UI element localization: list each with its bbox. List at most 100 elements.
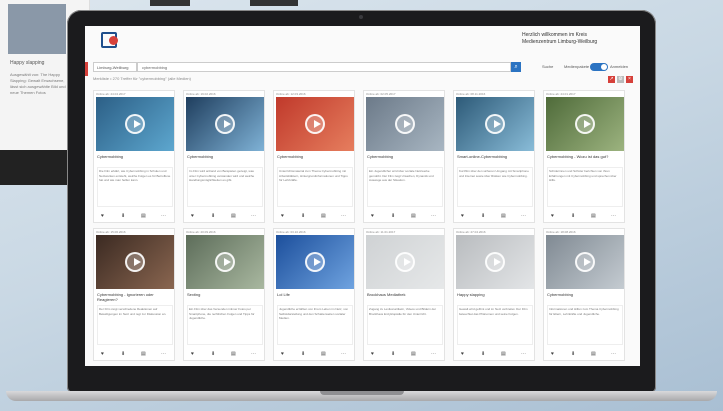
document-icon[interactable]: ▤ bbox=[501, 351, 506, 357]
favorite-icon[interactable]: ♥ bbox=[281, 351, 284, 357]
result-card[interactable]: Online ab: 12.03.2016 Cybermobbing Unterri… bbox=[273, 90, 355, 223]
search-input[interactable]: cybermobbing bbox=[137, 62, 511, 72]
favorite-icon[interactable]: ♥ bbox=[551, 351, 554, 357]
play-icon[interactable] bbox=[395, 114, 415, 134]
more-icon[interactable]: ⋯ bbox=[341, 351, 346, 357]
more-icon[interactable]: ⋯ bbox=[431, 213, 436, 219]
card-thumbnail[interactable] bbox=[96, 235, 174, 289]
card-thumbnail[interactable] bbox=[186, 235, 264, 289]
card-thumbnail[interactable] bbox=[546, 97, 624, 151]
more-icon[interactable]: ⋯ bbox=[521, 213, 526, 219]
card-title[interactable]: Happy slapping bbox=[457, 292, 533, 297]
card-title[interactable]: Cybermobbing bbox=[367, 154, 443, 159]
document-icon[interactable]: ▤ bbox=[411, 351, 416, 357]
download-icon[interactable]: ⬇ bbox=[571, 351, 575, 357]
download-icon[interactable]: ⬇ bbox=[391, 351, 395, 357]
document-icon[interactable]: ▤ bbox=[321, 351, 326, 357]
download-icon[interactable]: ⬇ bbox=[301, 351, 305, 357]
favorite-icon[interactable]: ♥ bbox=[281, 213, 284, 219]
search-link[interactable]: Suche bbox=[542, 64, 553, 69]
more-icon[interactable]: ⋯ bbox=[251, 213, 256, 219]
card-title[interactable]: Brockhaus Mediathek bbox=[367, 292, 443, 297]
download-icon[interactable]: ⬇ bbox=[391, 213, 395, 219]
result-card[interactable]: Online ab: 15.06.2016 Cybermobbing - Igno… bbox=[93, 228, 175, 361]
share-icon[interactable]: ↗ bbox=[608, 76, 615, 83]
card-thumbnail[interactable] bbox=[366, 235, 444, 289]
favorite-icon[interactable]: ♥ bbox=[101, 351, 104, 357]
result-card[interactable]: Online ab: 11.01.2017 Brockhaus Mediathek… bbox=[363, 228, 445, 361]
more-icon[interactable]: ⋯ bbox=[341, 213, 346, 219]
card-thumbnail[interactable] bbox=[456, 97, 534, 151]
document-icon[interactable]: ▤ bbox=[591, 213, 596, 219]
card-thumbnail[interactable] bbox=[276, 235, 354, 289]
play-icon[interactable] bbox=[485, 114, 505, 134]
download-icon[interactable]: ⬇ bbox=[121, 213, 125, 219]
download-icon[interactable]: ⬇ bbox=[571, 213, 575, 219]
result-card[interactable]: Online ab: 08.11.2016 Smart-online-Cyberm… bbox=[453, 90, 535, 223]
card-title[interactable]: Cybermobbing bbox=[277, 154, 353, 159]
card-title[interactable]: Cybermobbing - Ignorieren oder Reagieren… bbox=[97, 292, 173, 302]
document-icon[interactable]: ▤ bbox=[591, 351, 596, 357]
result-card[interactable]: Online ab: 18.08.2016 Cybermobbing Informa… bbox=[543, 228, 625, 361]
login-link[interactable]: Anmelden bbox=[610, 64, 628, 69]
download-icon[interactable]: ⬇ bbox=[121, 351, 125, 357]
download-icon[interactable]: ⬇ bbox=[481, 351, 485, 357]
favorite-icon[interactable]: ♥ bbox=[551, 213, 554, 219]
more-icon[interactable]: ⋯ bbox=[611, 213, 616, 219]
scope-select[interactable]: Limburg-Weilburg bbox=[93, 62, 137, 72]
result-card[interactable]: Online ab: 24.01.2017 Cybermobbing - Wozu… bbox=[543, 90, 625, 223]
more-icon[interactable]: ⋯ bbox=[521, 351, 526, 357]
card-title[interactable]: Lol Life bbox=[277, 292, 353, 297]
play-icon[interactable] bbox=[125, 114, 145, 134]
card-thumbnail[interactable] bbox=[546, 235, 624, 289]
play-icon[interactable] bbox=[215, 114, 235, 134]
favorite-icon[interactable]: ♥ bbox=[191, 351, 194, 357]
card-thumbnail[interactable] bbox=[366, 97, 444, 151]
more-icon[interactable]: ⋯ bbox=[611, 351, 616, 357]
more-icon[interactable]: ⋯ bbox=[251, 351, 256, 357]
settings-icon[interactable]: ⚙ bbox=[617, 76, 624, 83]
play-icon[interactable] bbox=[395, 252, 415, 272]
result-card[interactable]: Online ab: 03.10.2016 Lol Life Jugendliche… bbox=[273, 228, 355, 361]
play-icon[interactable] bbox=[575, 252, 595, 272]
mediapacks-toggle[interactable] bbox=[590, 63, 608, 71]
play-icon[interactable] bbox=[305, 252, 325, 272]
favorite-icon[interactable]: ♥ bbox=[461, 351, 464, 357]
document-icon[interactable]: ▤ bbox=[411, 213, 416, 219]
favorite-icon[interactable]: ♥ bbox=[191, 213, 194, 219]
result-card[interactable]: Online ab: 24.04.2017 Cybermobbing Die Fil… bbox=[93, 90, 175, 223]
play-icon[interactable] bbox=[215, 252, 235, 272]
document-icon[interactable]: ▤ bbox=[231, 213, 236, 219]
result-card[interactable]: Online ab: 27.04.2016 Happy slapping Gewal… bbox=[453, 228, 535, 361]
card-title[interactable]: Smart-online-Cybermobbing bbox=[457, 154, 533, 159]
card-title[interactable]: Cybermobbing bbox=[187, 154, 263, 159]
card-title[interactable]: Sexting bbox=[187, 292, 263, 297]
favorite-icon[interactable]: ♥ bbox=[101, 213, 104, 219]
card-thumbnail[interactable] bbox=[96, 97, 174, 151]
card-thumbnail[interactable] bbox=[456, 235, 534, 289]
card-thumbnail[interactable] bbox=[276, 97, 354, 151]
more-icon[interactable]: ⋯ bbox=[431, 351, 436, 357]
more-icon[interactable]: ⋯ bbox=[161, 213, 166, 219]
play-icon[interactable] bbox=[575, 114, 595, 134]
close-icon[interactable]: × bbox=[626, 76, 633, 83]
favorite-icon[interactable]: ♥ bbox=[371, 213, 374, 219]
play-icon[interactable] bbox=[125, 252, 145, 272]
result-card[interactable]: Online ab: 20.09.2016 Sexting Ein Film übe… bbox=[183, 228, 265, 361]
result-card[interactable]: Online ab: 19.02.2016 Cybermobbing Im Film… bbox=[183, 90, 265, 223]
download-icon[interactable]: ⬇ bbox=[211, 351, 215, 357]
favorite-icon[interactable]: ♥ bbox=[371, 351, 374, 357]
download-icon[interactable]: ⬇ bbox=[481, 213, 485, 219]
document-icon[interactable]: ▤ bbox=[141, 213, 146, 219]
result-card[interactable]: Online ab: 02.05.2017 Cybermobbing Ein Jug… bbox=[363, 90, 445, 223]
card-title[interactable]: Cybermobbing - Wozu ist das gut? bbox=[547, 154, 623, 159]
card-title[interactable]: Cybermobbing bbox=[97, 154, 173, 159]
logo[interactable] bbox=[101, 32, 123, 50]
favorite-icon[interactable]: ♥ bbox=[461, 213, 464, 219]
download-icon[interactable]: ⬇ bbox=[211, 213, 215, 219]
more-icon[interactable]: ⋯ bbox=[161, 351, 166, 357]
document-icon[interactable]: ▤ bbox=[501, 213, 506, 219]
play-icon[interactable] bbox=[305, 114, 325, 134]
document-icon[interactable]: ▤ bbox=[321, 213, 326, 219]
document-icon[interactable]: ▤ bbox=[231, 351, 236, 357]
